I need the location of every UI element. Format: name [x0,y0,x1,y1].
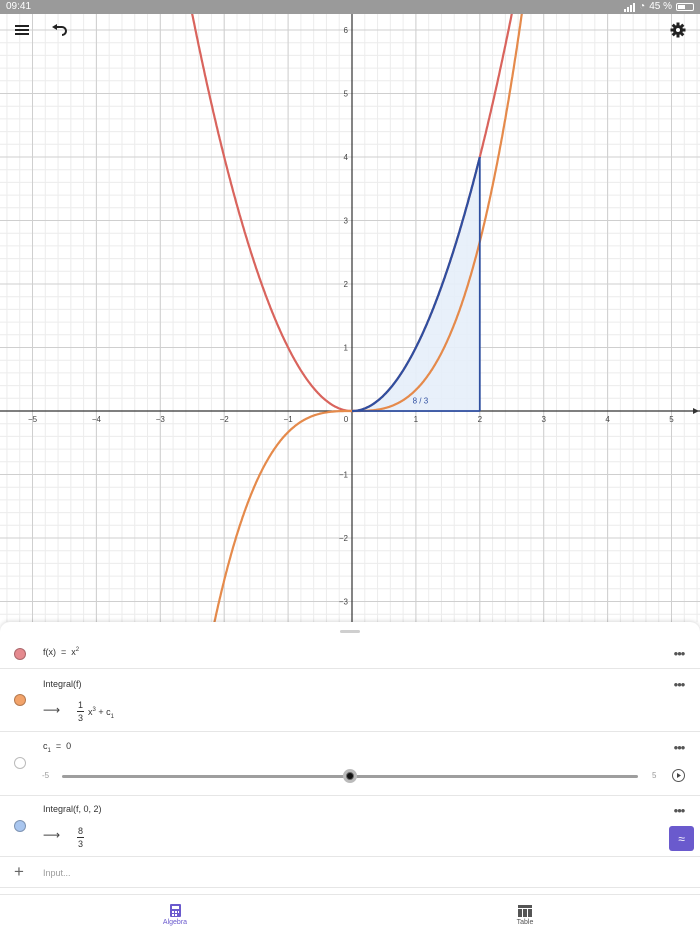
signal-icon [624,2,636,12]
visibility-toggle-c1[interactable] [14,757,26,769]
definite-result-fraction: 83 [77,826,84,849]
fraction: 13 [77,700,84,723]
table-icon [518,904,532,917]
y-tick-label: 4 [344,153,349,162]
tab-table[interactable]: Table [465,895,585,935]
y-tick-label: 5 [344,90,349,99]
settings-button[interactable] [664,16,692,44]
play-icon [677,773,681,778]
slider-max: 5 [652,771,657,780]
visibility-toggle-definite[interactable] [14,820,26,832]
x-tick-label: −3 [156,415,166,424]
x-tick-label: −2 [220,415,230,424]
y-tick-label: −3 [339,598,349,607]
y-tick-label: −1 [339,471,349,480]
gear-icon [670,22,686,38]
more-button-f[interactable]: ••• [672,646,686,661]
algebra-item-definite-integral[interactable]: Integral(f, 0, 2) ⟶ 83 ••• ≈ [0,795,700,857]
x-axis-arrow [693,408,699,414]
drag-handle[interactable] [340,630,360,633]
add-icon[interactable]: + [14,862,24,882]
x-tick-label: 2 [478,415,483,424]
battery-percent: 45 % [649,1,672,12]
status-time: 09:41 [6,1,32,12]
graphics-view[interactable]: −5−4−3−2−1012345123456−1−2−3f8 / 3 [0,0,700,622]
x-tick-label: 0 [344,415,349,424]
c1-slider-handle[interactable] [343,769,357,783]
menu-icon [15,25,29,35]
input-row[interactable]: + Input... [0,857,700,888]
definite-integral-title[interactable]: Integral(f, 0, 2) [43,804,102,814]
result-arrow: ⟶ [43,703,61,717]
algebra-item-c1[interactable]: c1 = 0 ••• -5 5 [0,732,700,796]
menu-button[interactable] [8,16,36,44]
y-tick-label: 6 [344,26,349,35]
y-tick-label: 2 [344,280,349,289]
algebra-item-f[interactable]: f(x) = x2 ••• [0,638,700,669]
algebra-item-integral[interactable]: Integral(f) ⟶ 13 x3 + c1 ••• [0,669,700,732]
x-tick-label: 3 [541,415,546,424]
visibility-toggle-integral[interactable] [14,694,26,706]
x-tick-label: 5 [669,415,674,424]
y-tick-label: −2 [339,534,349,543]
x-tick-label: −5 [28,415,38,424]
bottom-navigation: Algebra Table [0,894,700,935]
battery-icon [676,3,694,11]
expression-c1[interactable]: c1 = 0 [43,741,71,754]
integral-result: x3 + c1 [88,707,114,720]
undo-button[interactable] [46,16,74,44]
tab-algebra[interactable]: Algebra [115,895,235,935]
result-arrow-definite: ⟶ [43,828,61,842]
tab-algebra-label: Algebra [162,919,188,926]
visibility-toggle-f[interactable] [14,648,26,660]
area-label: 8 / 3 [413,396,429,405]
expression-f[interactable]: f(x) = x2 [43,647,79,657]
play-button[interactable] [672,769,685,782]
slider-min: -5 [42,771,50,780]
x-tick-label: −1 [284,415,294,424]
more-button-c1[interactable]: ••• [672,740,686,755]
more-button-definite[interactable]: ••• [672,803,686,818]
y-tick-label: 1 [344,344,349,353]
y-tick-label: 3 [344,217,349,226]
wifi-icon: ◔ [639,1,646,12]
more-button-integral[interactable]: ••• [672,677,686,692]
x-tick-label: 4 [605,415,610,424]
undo-icon [52,24,67,36]
approx-toggle-button[interactable]: ≈ [669,826,694,851]
graph-canvas[interactable]: −5−4−3−2−1012345123456−1−2−3f8 / 3 [0,0,700,622]
algebra-panel: f(x) = x2 ••• Integral(f) ⟶ 13 x3 + c1 •… [0,622,700,894]
input-field[interactable]: Input... [43,868,71,878]
tab-table-label: Table [516,918,534,926]
status-bar: 09:41 ◔ 45 % [0,0,700,14]
x-tick-label: −4 [92,415,102,424]
calculator-icon [169,904,181,917]
integral-title[interactable]: Integral(f) [43,679,82,689]
x-tick-label: 1 [414,415,419,424]
